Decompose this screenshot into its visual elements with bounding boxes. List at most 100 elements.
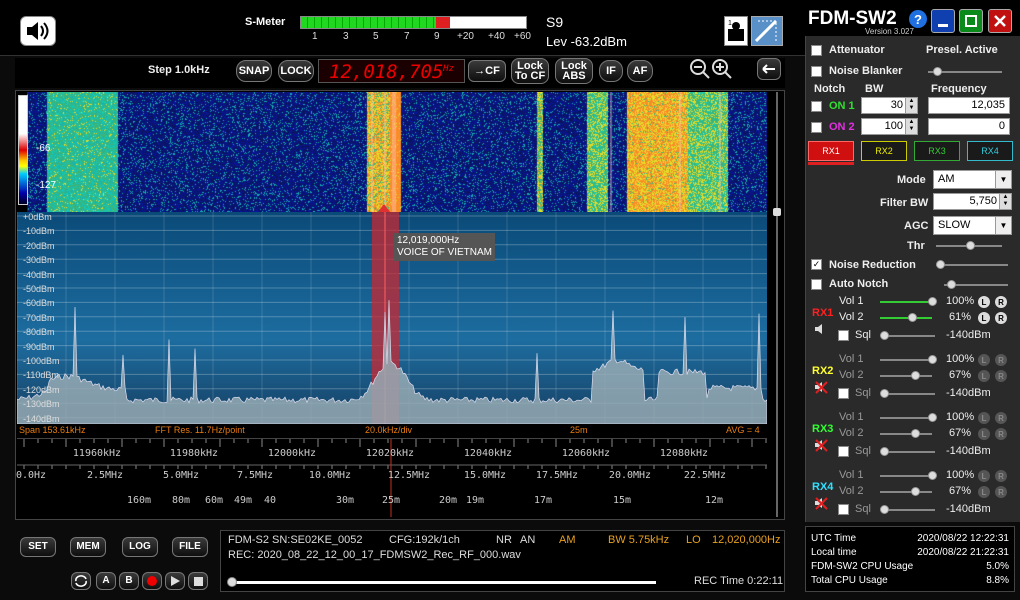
left-channel-toggle[interactable]: L: [978, 470, 990, 482]
right-channel-toggle[interactable]: R: [995, 312, 1007, 324]
spinner-icon[interactable]: ▲ ▼: [905, 119, 917, 134]
speaker-muted-icon[interactable]: [814, 380, 828, 397]
speaker-mute-button[interactable]: [20, 16, 56, 46]
sql-checkbox[interactable]: [838, 330, 849, 341]
notepad-icon[interactable]: [751, 16, 783, 46]
right-channel-toggle[interactable]: R: [995, 370, 1007, 382]
right-channel-toggle[interactable]: R: [995, 428, 1007, 440]
vol1-slider[interactable]: [880, 355, 937, 364]
noise-blanker-checkbox[interactable]: [811, 66, 822, 77]
mem-button[interactable]: MEM: [70, 537, 106, 557]
minimize-button[interactable]: [931, 9, 955, 33]
vol2-slider[interactable]: [880, 429, 932, 438]
auto-notch-slider[interactable]: [944, 280, 1008, 289]
vol1-slider[interactable]: [880, 413, 937, 422]
spectrum-display[interactable]: +0dBm -10dBm -20dBm -30dBm -40dBm -50dBm -60dB…: [17, 212, 767, 424]
lock-abs-button[interactable]: Lock ABS: [555, 58, 593, 84]
right-channel-toggle[interactable]: R: [995, 412, 1007, 424]
db-label: -40dBm: [23, 269, 55, 280]
close-button[interactable]: [988, 9, 1012, 33]
noise-blanker-slider[interactable]: [928, 67, 1002, 76]
sql-checkbox[interactable]: [838, 446, 849, 457]
right-channel-toggle[interactable]: R: [995, 354, 1007, 366]
right-channel-toggle[interactable]: R: [995, 296, 1007, 308]
attenuator-checkbox[interactable]: [811, 45, 822, 56]
sql-slider[interactable]: [880, 447, 935, 456]
spinner-icon[interactable]: ▲ ▼: [999, 194, 1011, 209]
a-button[interactable]: A: [96, 572, 116, 590]
vertical-scrollbar[interactable]: [771, 92, 783, 517]
zoom-in-icon[interactable]: [711, 58, 733, 83]
record-button[interactable]: [142, 572, 162, 590]
notch1-frequency-input[interactable]: 12,035: [928, 97, 1010, 114]
left-channel-toggle[interactable]: L: [978, 370, 990, 382]
sql-checkbox[interactable]: [838, 388, 849, 399]
tab-rx3[interactable]: RX3: [914, 141, 960, 161]
vol2-slider[interactable]: [880, 371, 932, 380]
waterfall-display[interactable]: [27, 92, 767, 212]
collapse-arrow-button[interactable]: [757, 58, 781, 80]
speaker-icon[interactable]: [814, 322, 828, 339]
sql-checkbox[interactable]: [838, 504, 849, 515]
tab-rx4[interactable]: RX4: [967, 141, 1013, 161]
step-label[interactable]: Step 1.0kHz: [148, 64, 210, 76]
notch1-checkbox[interactable]: [811, 101, 822, 112]
play-button[interactable]: [165, 572, 185, 590]
left-channel-toggle[interactable]: L: [978, 486, 990, 498]
frequency-axes[interactable]: 11960kHz 11980kHz 12000kHz 12020kHz 12040kHz…: [16, 438, 767, 517]
notch2-checkbox[interactable]: [811, 122, 822, 133]
left-channel-toggle[interactable]: L: [978, 312, 990, 324]
log-button[interactable]: LOG: [122, 537, 158, 557]
file-button[interactable]: FILE: [172, 537, 208, 557]
noise-reduction-checkbox[interactable]: ✓: [811, 259, 822, 270]
sql-label: Sql: [855, 329, 871, 341]
notch2-frequency-value: 0: [998, 120, 1005, 132]
recorder-icon[interactable]: 1: [724, 16, 748, 46]
vol1-slider[interactable]: [880, 297, 937, 306]
agc-select[interactable]: SLOW ▼: [933, 216, 1012, 235]
lock-button[interactable]: LOCK: [278, 60, 314, 82]
notch2-bw-input[interactable]: 100 ▲ ▼: [861, 118, 918, 135]
speaker-muted-icon[interactable]: [814, 496, 828, 513]
sql-slider[interactable]: [880, 389, 935, 398]
mode-select[interactable]: AM ▼: [933, 170, 1012, 189]
notch1-bw-input[interactable]: 30 ▲ ▼: [861, 97, 918, 114]
auto-notch-checkbox[interactable]: [811, 279, 822, 290]
sql-slider[interactable]: [880, 505, 935, 514]
af-button[interactable]: AF: [627, 60, 653, 82]
left-channel-toggle[interactable]: L: [978, 354, 990, 366]
speaker-muted-icon[interactable]: [814, 438, 828, 455]
help-button[interactable]: ?: [909, 10, 927, 28]
right-channel-toggle[interactable]: R: [995, 470, 1007, 482]
playback-knob[interactable]: [227, 577, 237, 587]
lock-to-cf-button[interactable]: Lock To CF: [511, 58, 549, 84]
if-button[interactable]: IF: [599, 60, 623, 82]
an-label: AN: [520, 534, 536, 546]
snap-button[interactable]: SNAP: [236, 60, 272, 82]
right-channel-toggle[interactable]: R: [995, 486, 1007, 498]
frequency-display[interactable]: 12,018,705 Hz: [318, 59, 465, 83]
vol2-slider[interactable]: [880, 487, 932, 496]
maximize-button[interactable]: [959, 9, 983, 33]
zoom-out-icon[interactable]: [689, 58, 711, 83]
noise-reduction-slider[interactable]: [936, 260, 1008, 269]
vol2-slider[interactable]: [880, 313, 932, 322]
stop-button[interactable]: [188, 572, 208, 590]
left-channel-toggle[interactable]: L: [978, 412, 990, 424]
tab-rx2[interactable]: RX2: [861, 141, 907, 161]
vol1-slider[interactable]: [880, 471, 937, 480]
set-button[interactable]: SET: [20, 537, 56, 557]
loop-button[interactable]: [71, 572, 91, 590]
scroll-thumb[interactable]: [773, 208, 781, 216]
playback-progress[interactable]: [227, 577, 656, 587]
filter-bw-input[interactable]: 5,750 ▲ ▼: [933, 193, 1012, 210]
to-cf-button[interactable]: →CF: [468, 60, 506, 82]
tab-rx1[interactable]: RX1: [808, 141, 854, 161]
left-channel-toggle[interactable]: L: [978, 428, 990, 440]
thr-slider[interactable]: [936, 241, 1002, 250]
spinner-icon[interactable]: ▲ ▼: [905, 98, 917, 113]
left-channel-toggle[interactable]: L: [978, 296, 990, 308]
sql-slider[interactable]: [880, 331, 935, 340]
notch2-frequency-input[interactable]: 0: [928, 118, 1010, 135]
b-button[interactable]: B: [119, 572, 139, 590]
